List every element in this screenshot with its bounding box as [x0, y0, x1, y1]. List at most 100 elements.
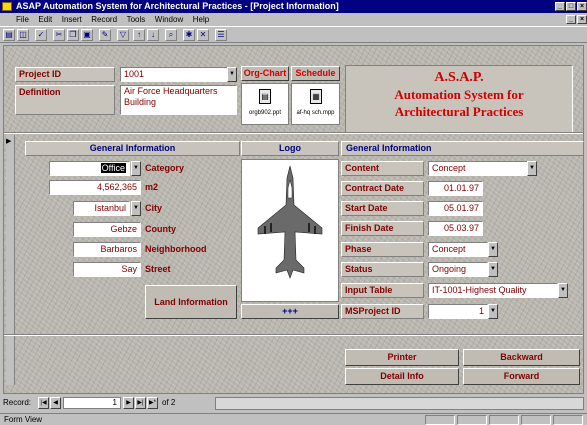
- project-form: Project ID 1001 ▼ Definition Air Force H…: [3, 45, 584, 394]
- format-painter-icon[interactable]: ✎: [99, 29, 111, 41]
- delete-icon[interactable]: ✕: [197, 29, 209, 41]
- msproject-id-dropdown[interactable]: ▼: [488, 304, 498, 319]
- record-total: of 2: [162, 398, 176, 407]
- doc-restore-button[interactable]: _: [566, 15, 576, 24]
- divider: [4, 132, 583, 134]
- status-dropdown[interactable]: ▼: [488, 262, 498, 277]
- category-dropdown[interactable]: ▼: [131, 161, 141, 176]
- finish-date-field[interactable]: 05.03.97: [428, 221, 483, 236]
- neighborhood-label: Neighborhood: [145, 244, 207, 254]
- input-table-dropdown[interactable]: ▼: [558, 283, 568, 298]
- horizontal-scrollbar[interactable]: [215, 397, 584, 410]
- menu-bar: File Edit Insert Record Tools Window Hel…: [0, 13, 587, 26]
- menu-help[interactable]: Help: [193, 15, 209, 24]
- schedule-attachment[interactable]: ▦ af-hq sch.mpp: [291, 83, 340, 125]
- status-panel: [521, 415, 551, 425]
- paste-icon[interactable]: ▣: [81, 29, 93, 41]
- copy-icon[interactable]: ❐: [67, 29, 79, 41]
- sort-desc-icon[interactable]: ↓: [147, 29, 159, 41]
- orgchart-attachment[interactable]: ▤ orgb902.ppt: [241, 83, 289, 125]
- next-record-button[interactable]: ▶: [123, 397, 134, 409]
- menu-insert[interactable]: Insert: [62, 15, 82, 24]
- project-id-field[interactable]: 1001: [120, 67, 228, 82]
- logo-title: Logo: [241, 141, 339, 156]
- schedule-button[interactable]: Schedule: [291, 66, 340, 81]
- menu-edit[interactable]: Edit: [38, 15, 52, 24]
- msproject-id-field[interactable]: 1: [428, 304, 488, 319]
- previous-record-button[interactable]: ◀: [50, 397, 61, 409]
- start-date-label: Start Date: [341, 201, 424, 216]
- properties-icon[interactable]: ☰: [215, 29, 227, 41]
- current-record-field[interactable]: 1: [63, 397, 121, 409]
- fighter-jet-icon: [257, 165, 323, 279]
- area-field[interactable]: 4,562,365: [49, 180, 141, 195]
- start-date-field[interactable]: 05.01.97: [428, 201, 483, 216]
- spell-icon[interactable]: ✓: [35, 29, 47, 41]
- status-panel: [457, 415, 487, 425]
- input-table-label: Input Table: [341, 283, 424, 298]
- neighborhood-field[interactable]: Barbaros: [73, 242, 141, 257]
- close-button[interactable]: ×: [577, 2, 587, 11]
- record-selector[interactable]: ▶: [6, 135, 15, 385]
- minimize-button[interactable]: _: [555, 2, 565, 11]
- contract-date-field[interactable]: 01.01.97: [428, 181, 483, 196]
- street-field[interactable]: Say: [73, 262, 141, 277]
- category-field[interactable]: Office: [49, 161, 130, 176]
- find-icon[interactable]: ⌕: [165, 29, 177, 41]
- detail-info-button[interactable]: Detail Info: [345, 368, 459, 385]
- last-record-button[interactable]: ▶|: [135, 397, 146, 409]
- menu-record[interactable]: Record: [91, 15, 117, 24]
- brand-line-1: A.S.A.P.: [434, 70, 484, 85]
- toolbar: ▤ ◫ ✓ ✂ ❐ ▣ ✎ ▽ ↑ ↓ ⌕ ✱ ✕ ☰: [0, 26, 587, 43]
- right-section-title: General Information: [341, 141, 584, 156]
- status-panel: [425, 415, 455, 425]
- county-field[interactable]: Gebze: [73, 222, 141, 237]
- county-label: County: [145, 224, 176, 234]
- doc-close-button[interactable]: ×: [577, 15, 587, 24]
- menu-file[interactable]: File: [16, 15, 29, 24]
- city-dropdown[interactable]: ▼: [131, 201, 141, 216]
- status-text: Form View: [4, 415, 43, 424]
- orgchart-filename: orgb902.ppt: [248, 110, 282, 116]
- record-navigator: Record: |◀ ◀ 1 ▶ ▶| ▶* of 2: [3, 396, 203, 411]
- ppt-file-icon: ▤: [259, 89, 271, 104]
- area-label: m2: [145, 182, 159, 192]
- menu-tools[interactable]: Tools: [127, 15, 146, 24]
- divider: [4, 334, 583, 336]
- contract-date-label: Contract Date: [341, 181, 424, 196]
- cut-icon[interactable]: ✂: [53, 29, 65, 41]
- backward-button[interactable]: Backward: [463, 349, 580, 366]
- definition-field[interactable]: Air Force Headquarters Building: [120, 85, 237, 115]
- new-record-icon[interactable]: ✱: [183, 29, 195, 41]
- city-label: City: [145, 203, 163, 213]
- new-record-button[interactable]: ▶*: [147, 397, 158, 409]
- input-table-field[interactable]: IT-1001-Highest Quality: [428, 283, 558, 298]
- first-record-button[interactable]: |◀: [38, 397, 49, 409]
- maximize-button[interactable]: □: [566, 2, 576, 11]
- category-label: Category: [145, 163, 185, 173]
- mpp-file-icon: ▦: [310, 89, 322, 104]
- sort-asc-icon[interactable]: ↑: [133, 29, 145, 41]
- status-field[interactable]: Ongoing: [428, 262, 488, 277]
- print-icon[interactable]: ▤: [3, 29, 15, 41]
- land-information-button[interactable]: Land Information: [145, 285, 237, 319]
- logo-more-button[interactable]: +++: [241, 304, 339, 319]
- project-id-dropdown[interactable]: ▼: [227, 67, 237, 82]
- forward-button[interactable]: Forward: [463, 368, 580, 385]
- preview-icon[interactable]: ◫: [17, 29, 29, 41]
- content-dropdown[interactable]: ▼: [527, 161, 537, 176]
- phase-label: Phase: [341, 242, 424, 257]
- app-icon[interactable]: [2, 2, 12, 11]
- title-bar: ASAP Automation System for Architectural…: [0, 0, 587, 13]
- menu-window[interactable]: Window: [155, 15, 183, 24]
- phase-field[interactable]: Concept: [428, 242, 488, 257]
- printer-button[interactable]: Printer: [345, 349, 459, 366]
- project-id-label: Project ID: [15, 67, 115, 82]
- content-field[interactable]: Concept: [428, 161, 528, 176]
- city-field[interactable]: Istanbul: [73, 201, 130, 216]
- phase-dropdown[interactable]: ▼: [488, 242, 498, 257]
- status-panel: [489, 415, 519, 425]
- filter-icon[interactable]: ▽: [117, 29, 129, 41]
- orgchart-button[interactable]: Org-Chart: [241, 66, 289, 81]
- definition-label: Definition: [15, 85, 115, 115]
